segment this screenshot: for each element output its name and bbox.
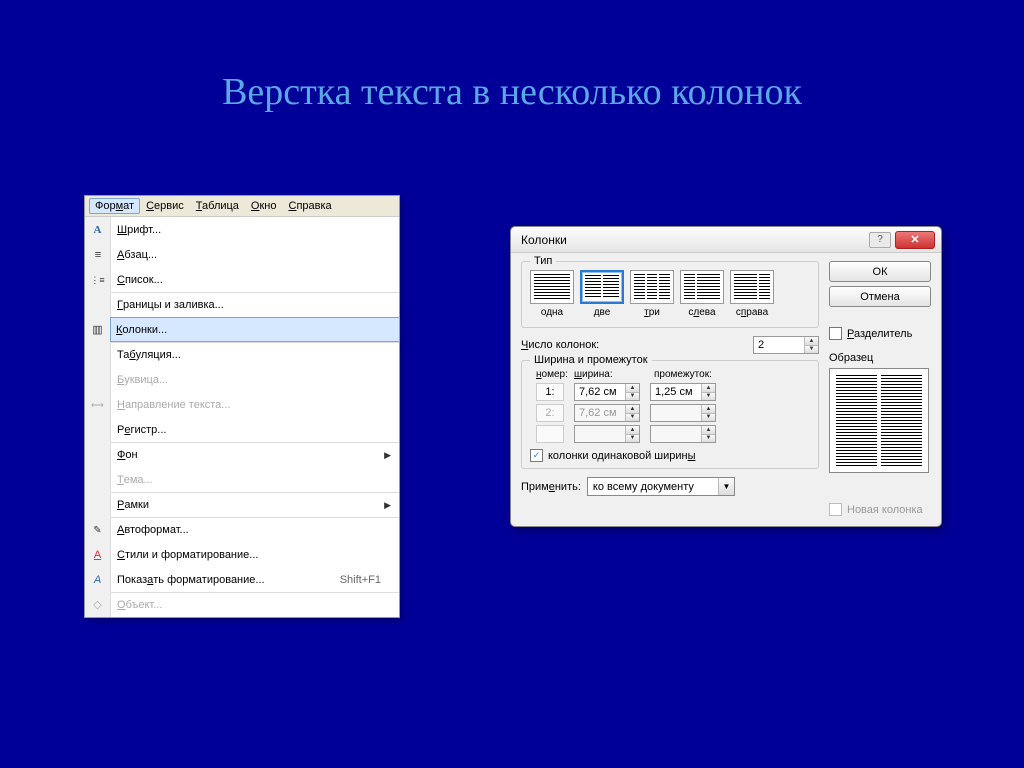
dialog-title: Колонки — [521, 233, 567, 247]
close-button[interactable]: ✕ — [895, 231, 935, 249]
preview-column — [836, 375, 877, 466]
shortcut-label: Shift+F1 — [340, 574, 391, 586]
font-icon — [85, 217, 110, 242]
background-icon — [85, 442, 110, 467]
separator-row[interactable]: Разделитель — [829, 327, 931, 340]
ok-button[interactable]: ОК — [829, 261, 931, 282]
width-row-2: 2: ▲▼ ▲▼ — [536, 404, 810, 422]
menu-item-font[interactable]: Шрифт... — [111, 217, 399, 242]
menu-item-theme: Тема... — [111, 467, 399, 492]
menu-item-styles[interactable]: Стили и форматирование... — [111, 542, 399, 567]
menu-list: Шрифт... Абзац... Список... Границы и за… — [111, 217, 399, 617]
newcol-label: Новая колонка — [847, 504, 923, 516]
styles-icon — [85, 542, 110, 567]
width-2-input: ▲▼ — [574, 404, 640, 422]
menu-icon-column — [85, 217, 111, 617]
type-three[interactable]: три — [630, 270, 674, 318]
menu-item-list[interactable]: Список... — [111, 267, 399, 292]
type-group-label: Тип — [530, 255, 556, 267]
textdir-icon — [85, 392, 110, 417]
type-one[interactable]: одна — [530, 270, 574, 318]
preview-label: Образец — [829, 352, 931, 364]
width-1-input[interactable]: ▲▼ — [574, 383, 640, 401]
frames-icon — [85, 492, 110, 517]
columns-icon — [85, 317, 110, 342]
preview-column — [881, 375, 922, 466]
apply-row: Применить: ▼ — [521, 477, 819, 496]
menu-item-paragraph[interactable]: Абзац... — [111, 242, 399, 267]
showfmt-icon — [85, 567, 110, 592]
menubar-window[interactable]: Окно — [245, 198, 283, 214]
width-group-label: Ширина и промежуток — [530, 354, 652, 366]
menu-item-dropcap: Буквица... — [111, 367, 399, 392]
equal-width-row[interactable]: ✓ колонки одинаковой ширины — [530, 449, 810, 462]
menu-item-columns[interactable]: Колонки... — [110, 317, 400, 342]
help-button[interactable]: ? — [869, 232, 891, 248]
paragraph-icon — [85, 242, 110, 267]
type-right[interactable]: справа — [730, 270, 774, 318]
gap-2-input: ▲▼ — [650, 404, 716, 422]
equal-width-checkbox[interactable]: ✓ — [530, 449, 543, 462]
equal-width-label: колонки одинаковой ширины — [548, 450, 696, 462]
separator-checkbox[interactable] — [829, 327, 842, 340]
gap-1-input[interactable]: ▲▼ — [650, 383, 716, 401]
width-row-3: ▲▼ ▲▼ — [536, 425, 810, 443]
type-group: Тип одна две три — [521, 261, 819, 328]
dialog-titlebar: Колонки ? ✕ — [511, 227, 941, 253]
autoformat-icon — [85, 517, 110, 542]
format-menu-window: Формат Сервис Таблица Окно Справка Шрифт… — [84, 195, 400, 618]
menu-item-register[interactable]: Регистр... — [111, 417, 399, 442]
submenu-arrow-icon: ▶ — [384, 450, 391, 461]
menubar-service[interactable]: Сервис — [140, 198, 190, 214]
menubar-format[interactable]: Формат — [89, 198, 140, 214]
dropcap-icon — [85, 367, 110, 392]
menu-item-background[interactable]: Фон▶ — [111, 442, 399, 467]
menubar: Формат Сервис Таблица Окно Справка — [85, 196, 399, 217]
slide-title: Верстка текста в несколько колонок — [0, 70, 1024, 114]
object-icon — [85, 592, 110, 617]
menubar-table[interactable]: Таблица — [190, 198, 245, 214]
menu-item-autoformat[interactable]: Автоформат... — [111, 517, 399, 542]
menu-item-object: Объект... — [111, 592, 399, 617]
newcol-checkbox — [829, 503, 842, 516]
count-label: Число колонок: — [521, 339, 599, 351]
combo-arrow-icon[interactable]: ▼ — [718, 478, 734, 495]
register-icon — [85, 417, 110, 442]
menu-item-borders[interactable]: Границы и заливка... — [111, 292, 399, 317]
list-icon — [85, 267, 110, 292]
width-group: Ширина и промежуток номер: ширина: проме… — [521, 360, 819, 469]
preview-box — [829, 368, 929, 473]
menu-body: Шрифт... Абзац... Список... Границы и за… — [85, 217, 399, 617]
columns-dialog: Колонки ? ✕ Тип одна две — [510, 226, 942, 527]
borders-icon — [85, 292, 110, 317]
width-row-1: 1: ▲▼ ▲▼ — [536, 383, 810, 401]
cancel-button[interactable]: Отмена — [829, 286, 931, 307]
menu-item-textdir: Направление текста... — [111, 392, 399, 417]
apply-label: Применить: — [521, 481, 581, 493]
type-left[interactable]: слева — [680, 270, 724, 318]
type-two[interactable]: две — [580, 270, 624, 318]
width-headers: номер: ширина: промежуток: — [536, 369, 810, 380]
menu-item-revealfmt[interactable]: Показать форматирование...Shift+F1 — [111, 567, 399, 592]
count-input[interactable]: ▲▼ — [753, 336, 819, 354]
submenu-arrow-icon: ▶ — [384, 500, 391, 511]
gap-3-input: ▲▼ — [650, 425, 716, 443]
width-3-input: ▲▼ — [574, 425, 640, 443]
menu-item-frames[interactable]: Рамки▶ — [111, 492, 399, 517]
menubar-help[interactable]: Справка — [283, 198, 338, 214]
apply-combo[interactable]: ▼ — [587, 477, 735, 496]
newcol-row: Новая колонка — [829, 503, 931, 516]
tabs-icon — [85, 342, 110, 367]
menu-item-tabs[interactable]: Табуляция... — [111, 342, 399, 367]
spin-up-icon[interactable]: ▲ — [804, 337, 818, 346]
theme-icon — [85, 467, 110, 492]
spin-down-icon[interactable]: ▼ — [804, 346, 818, 354]
count-row: Число колонок: ▲▼ — [521, 336, 819, 354]
separator-label: Разделитель — [847, 328, 912, 340]
